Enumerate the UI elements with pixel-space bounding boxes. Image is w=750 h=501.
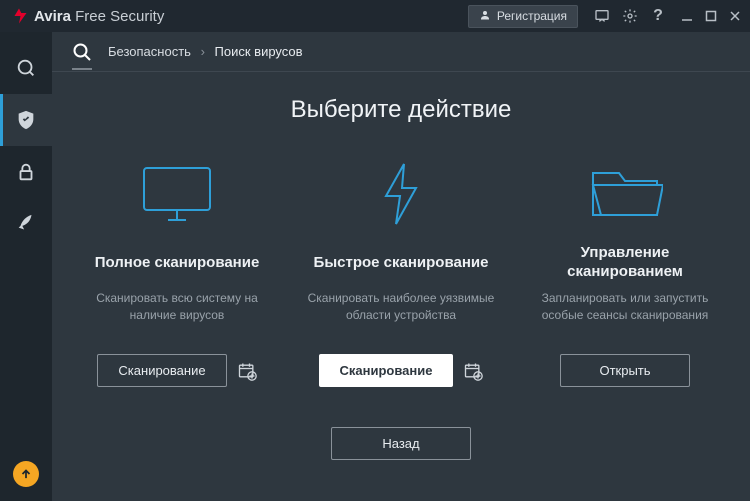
sidebar-item-privacy[interactable] bbox=[0, 146, 52, 198]
user-icon bbox=[479, 9, 491, 24]
breadcrumb-bar: Безопасность › Поиск вирусов bbox=[52, 32, 750, 72]
open-button[interactable]: Открыть bbox=[560, 354, 690, 387]
chevron-right-icon: › bbox=[201, 44, 205, 59]
feedback-icon[interactable] bbox=[594, 8, 610, 24]
page-title: Выберите действие bbox=[291, 96, 512, 124]
content: Выберите действие Полное сканирование Ск… bbox=[52, 72, 750, 501]
sidebar-item-performance[interactable] bbox=[0, 198, 52, 250]
scan-options: Полное сканирование Сканировать всю сист… bbox=[70, 158, 732, 387]
gear-icon[interactable] bbox=[622, 8, 638, 24]
register-label: Регистрация bbox=[497, 9, 567, 23]
close-button[interactable] bbox=[728, 9, 742, 23]
brand-text: Avira Free Security bbox=[34, 8, 164, 25]
breadcrumb: Безопасность › Поиск вирусов bbox=[108, 44, 303, 59]
breadcrumb-root[interactable]: Безопасность bbox=[108, 44, 191, 59]
sidebar-item-status[interactable] bbox=[0, 42, 52, 94]
card-full-scan: Полное сканирование Сканировать всю сист… bbox=[70, 158, 284, 387]
upgrade-badge[interactable] bbox=[13, 461, 39, 487]
help-icon[interactable]: ? bbox=[650, 8, 666, 24]
schedule-icon[interactable] bbox=[237, 361, 257, 381]
avira-logo-icon bbox=[10, 7, 28, 25]
back-button[interactable]: Назад bbox=[331, 427, 471, 460]
lightning-icon bbox=[378, 158, 424, 230]
scan-button[interactable]: Сканирование bbox=[97, 354, 227, 387]
card-title: Полное сканирование bbox=[95, 244, 260, 282]
main: Безопасность › Поиск вирусов Выберите де… bbox=[52, 32, 750, 501]
sidebar-item-security[interactable] bbox=[0, 94, 52, 146]
card-quick-scan: Быстрое сканирование Сканировать наиболе… bbox=[294, 158, 508, 387]
maximize-button[interactable] bbox=[704, 9, 718, 23]
card-manage-scans: Управление сканированием Запланировать и… bbox=[518, 158, 732, 387]
minimize-button[interactable] bbox=[680, 9, 694, 23]
card-desc: Запланировать или запустить особые сеанс… bbox=[524, 290, 726, 340]
register-button[interactable]: Регистрация bbox=[468, 5, 578, 28]
card-desc: Сканировать наиболее уязвимые области ус… bbox=[300, 290, 502, 340]
breadcrumb-current: Поиск вирусов bbox=[215, 44, 303, 59]
card-desc: Сканировать всю систему на наличие вирус… bbox=[76, 290, 278, 340]
card-title: Быстрое сканирование bbox=[314, 244, 489, 282]
schedule-icon[interactable] bbox=[463, 361, 483, 381]
scan-button[interactable]: Сканирование bbox=[319, 354, 454, 387]
folder-icon bbox=[587, 158, 663, 230]
search-icon bbox=[70, 40, 94, 64]
sidebar bbox=[0, 32, 52, 501]
card-title: Управление сканированием bbox=[524, 244, 726, 282]
brand: Avira Free Security bbox=[10, 7, 164, 25]
titlebar: Avira Free Security Регистрация ? bbox=[0, 0, 750, 32]
monitor-icon bbox=[138, 158, 216, 230]
